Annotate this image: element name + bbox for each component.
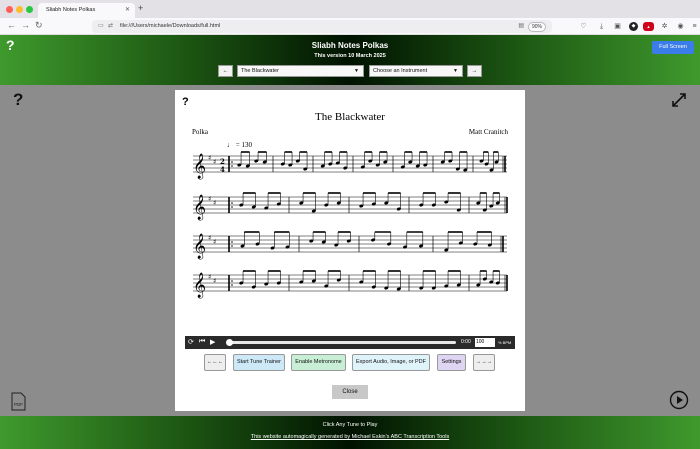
repeat-dot — [231, 245, 233, 247]
page-info-icon[interactable]: ▭ — [98, 22, 104, 29]
restart-icon[interactable]: ⏮ — [199, 338, 205, 346]
key-signature: ♯ — [208, 154, 211, 162]
sheet-music[interactable]: 𝄞 ♯ ♯ 24𝄞 ♯ ♯𝄞 ♯ ♯𝄞 ♯ ♯ — [189, 148, 511, 333]
key-signature: ♯ — [208, 234, 211, 242]
full-screen-button[interactable]: Full Screen — [652, 41, 694, 54]
extensions-icon[interactable]: ✲ — [660, 22, 669, 31]
window-close-control[interactable] — [6, 6, 13, 13]
key-signature: ♯ — [213, 199, 216, 207]
window-maximize-control[interactable] — [26, 6, 33, 13]
key-signature: ♯ — [208, 195, 211, 203]
treble-clef: 𝄞 — [193, 194, 206, 220]
help-icon[interactable]: ? — [182, 96, 189, 108]
instrument-select-value: Choose an Instrument — [373, 68, 428, 74]
key-signature: ♯ — [213, 238, 216, 246]
repeat-dot — [231, 241, 233, 243]
account-icon[interactable]: ◉ — [676, 22, 685, 31]
browser-tab-bar: Sliabh Notes Polkas ✕ + — [0, 0, 700, 18]
site-header: ? Sliabh Notes Polkas This version 10 Ma… — [0, 35, 700, 85]
chevron-down-icon: ▼ — [453, 68, 458, 74]
browser-tab[interactable]: Sliabh Notes Polkas ✕ — [38, 3, 135, 18]
loop-icon[interactable]: ⟳ — [188, 338, 194, 346]
play-icon[interactable]: ▶ — [210, 338, 215, 346]
downloads-icon[interactable]: ⤓ — [597, 22, 606, 31]
site-footer: Click Any Tune to Play This website auto… — [0, 416, 700, 449]
repeat-dot — [231, 206, 233, 208]
repeat-dot — [231, 165, 233, 167]
repeat-dot — [231, 202, 233, 204]
time-signature: 4 — [220, 165, 225, 174]
window-minimize-control[interactable] — [16, 6, 23, 13]
expand-icon[interactable] — [671, 92, 687, 108]
reader-view-icon[interactable]: ▤ — [518, 22, 524, 29]
footer-instruction: Click Any Tune to Play — [322, 422, 378, 428]
help-icon[interactable]: ? — [13, 90, 23, 110]
key-signature: ♯ — [213, 277, 216, 285]
previous-tune-button[interactable]: ← — [218, 65, 233, 77]
settings-button[interactable]: Settings — [437, 354, 466, 371]
new-tab-icon[interactable]: + — [138, 3, 143, 13]
instrument-select[interactable]: Choose an Instrument ▼ — [369, 65, 463, 77]
playback-time: 0:00 — [461, 339, 471, 345]
tune-select-value: The Blackwater — [241, 68, 279, 74]
next-tune-button[interactable]: →→→ — [473, 354, 495, 371]
tune-select[interactable]: The Blackwater ▼ — [237, 65, 364, 77]
close-tab-icon[interactable]: ✕ — [125, 6, 130, 13]
pdf-label: PDF — [14, 402, 23, 407]
extension-icon[interactable]: ◆ — [629, 22, 638, 31]
zoom-level[interactable]: 90% — [527, 22, 546, 32]
url-bar[interactable]: ▭ ⇄ file:///Users/michaele/Downloads/ful… — [92, 20, 552, 33]
ublock-icon[interactable]: ▲ — [643, 22, 654, 31]
footer-credit-link[interactable]: This website automagically generated by … — [0, 434, 700, 440]
repeat-dot — [231, 284, 233, 286]
treble-clef: 𝄞 — [193, 153, 206, 179]
pdf-icon[interactable]: PDF — [11, 392, 26, 411]
repeat-dot — [231, 280, 233, 282]
progress-handle[interactable] — [226, 339, 233, 346]
progress-bar[interactable] — [226, 339, 456, 346]
tune-rhythm: Polka — [192, 128, 208, 136]
chevron-down-icon: ▼ — [354, 68, 359, 74]
tab-title: Sliabh Notes Polkas — [46, 7, 96, 13]
audio-player: ⟳ ⏮ ▶ 0:00 100 % BPM — [185, 336, 515, 349]
back-icon[interactable]: ← — [7, 20, 16, 30]
url-text: file:///Users/michaele/Downloads/full.ht… — [120, 23, 221, 29]
menu-icon[interactable]: ≡ — [690, 22, 699, 31]
repeat-dot — [231, 161, 233, 163]
tempo-input[interactable]: 100 — [475, 338, 495, 347]
site-title: Sliabh Notes Polkas — [311, 41, 389, 50]
export-button[interactable]: Export Audio, Image, or PDF — [352, 354, 430, 371]
close-button[interactable]: Close — [332, 385, 368, 399]
next-tune-button[interactable]: → — [467, 65, 482, 77]
key-signature: ♯ — [208, 273, 211, 281]
tune-modal: ? The Blackwater Polka Matt Cranitch ♩ =… — [175, 90, 525, 411]
treble-clef: 𝄞 — [193, 272, 206, 298]
treble-clef: 𝄞 — [193, 233, 206, 259]
browser-nav-bar: ← → ↻ ▭ ⇄ file:///Users/michaele/Downloa… — [0, 18, 700, 35]
pocket-icon[interactable]: ♡ — [579, 22, 588, 31]
tune-composer: Matt Cranitch — [468, 128, 508, 136]
start-tune-trainer-button[interactable]: Start Tune Trainer — [233, 354, 285, 371]
play-circle-icon[interactable] — [669, 390, 689, 410]
forward-icon[interactable]: → — [21, 20, 30, 30]
enable-metronome-button[interactable]: Enable Metronome — [291, 354, 346, 371]
site-subtitle: This version 10 March 2025 — [314, 53, 386, 59]
screenshot-icon[interactable]: ▣ — [613, 22, 622, 31]
reload-icon[interactable]: ↻ — [35, 20, 43, 31]
key-signature: ♯ — [213, 158, 216, 166]
tempo-unit: % BPM — [498, 340, 512, 345]
permissions-icon[interactable]: ⇄ — [108, 22, 113, 29]
previous-tune-button[interactable]: ←←← — [204, 354, 226, 371]
tune-title: The Blackwater — [315, 111, 385, 123]
